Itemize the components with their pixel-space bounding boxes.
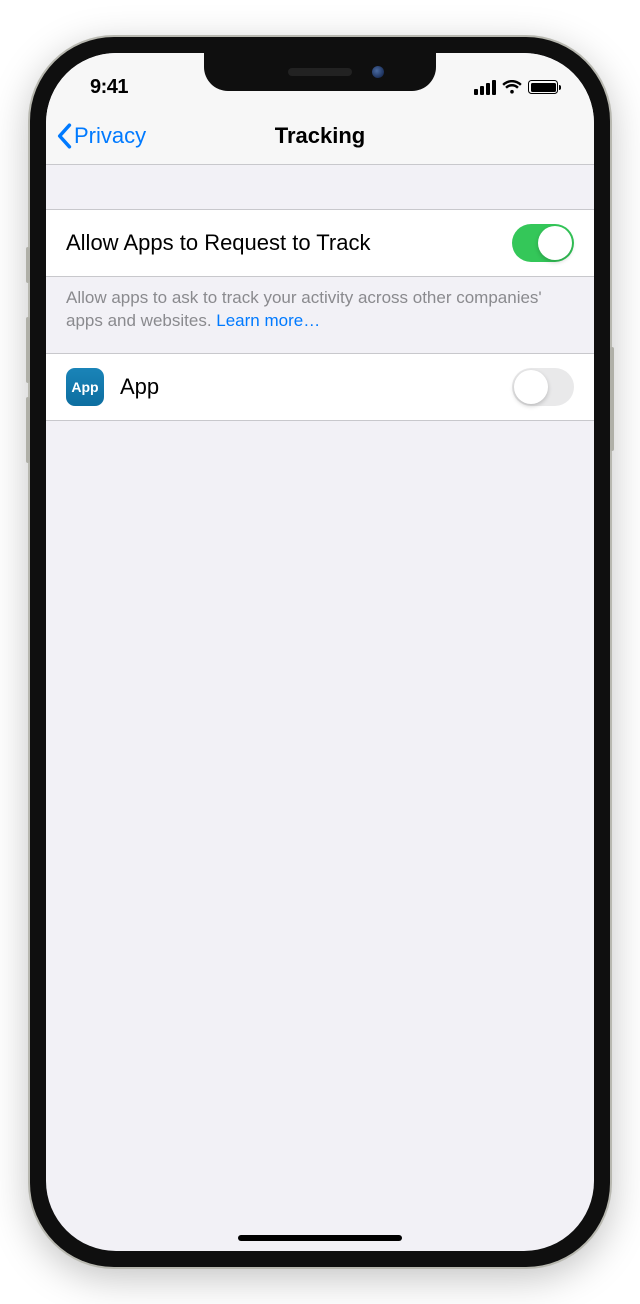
wifi-icon [502,80,522,95]
front-camera [372,66,384,78]
allow-tracking-row: Allow Apps to Request to Track [46,209,594,277]
back-label: Privacy [74,123,146,149]
group-spacer [46,165,594,209]
tracking-description: Allow apps to ask to track your activity… [46,277,594,353]
phone-frame: 9:41 Privacy Tracking [30,37,610,1267]
learn-more-link[interactable]: Learn more… [216,311,320,330]
toggle-knob [514,370,548,404]
app-name-label: App [120,374,159,400]
allow-tracking-toggle[interactable] [512,224,574,262]
toggle-knob [538,226,572,260]
cellular-signal-icon [474,80,496,95]
volume-up-button[interactable] [26,317,30,383]
app-icon-text: App [71,379,98,395]
status-time: 9:41 [90,76,128,99]
chevron-left-icon [56,123,72,149]
notch [204,53,436,91]
allow-tracking-label: Allow Apps to Request to Track [66,230,371,256]
battery-icon [528,80,558,94]
status-icons [474,80,558,95]
back-button[interactable]: Privacy [56,123,146,149]
home-indicator[interactable] [238,1235,402,1241]
mute-switch[interactable] [26,247,30,283]
power-button[interactable] [610,347,614,451]
app-tracking-row: App App [46,353,594,421]
volume-down-button[interactable] [26,397,30,463]
app-icon: App [66,368,104,406]
nav-bar: Privacy Tracking [46,107,594,165]
speaker [288,68,352,76]
app-tracking-toggle[interactable] [512,368,574,406]
screen: 9:41 Privacy Tracking [46,53,594,1251]
page-title: Tracking [275,123,365,149]
